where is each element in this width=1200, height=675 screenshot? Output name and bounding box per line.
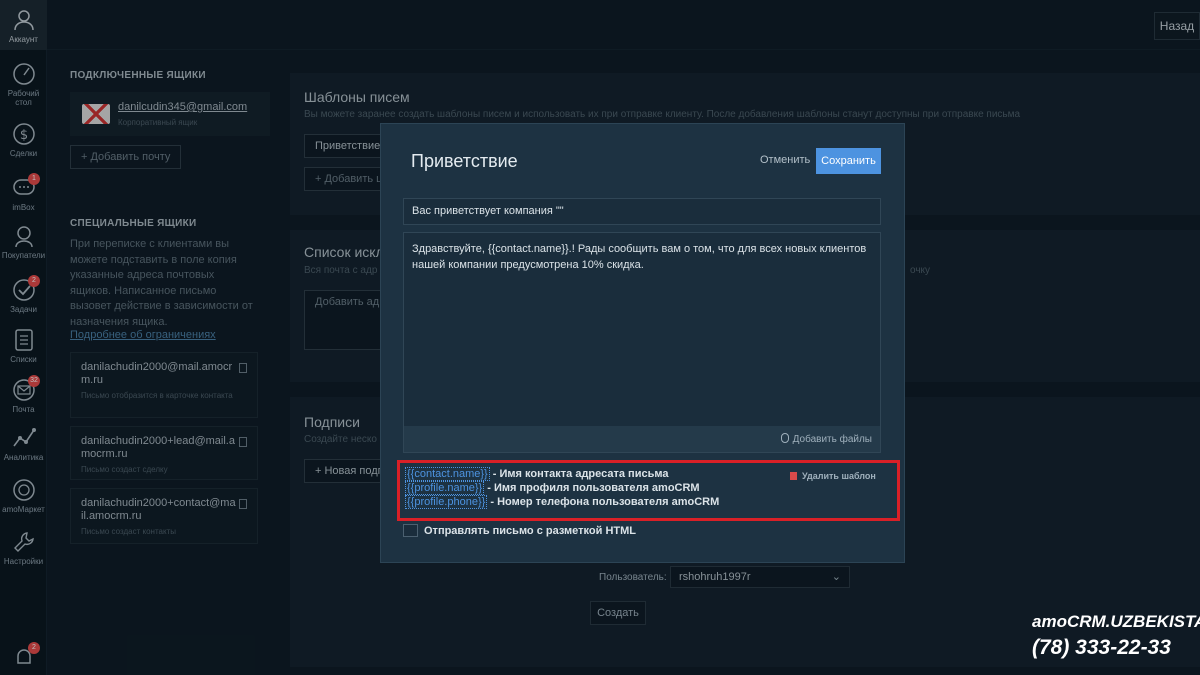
brand-watermark: amoCRM.UZBEKISTAN: [1032, 612, 1200, 631]
attach-files-button[interactable]: Добавить файлы: [780, 433, 872, 445]
delete-template-button[interactable]: Удалить шаблон: [790, 471, 876, 481]
delete-template-label: Удалить шаблон: [802, 471, 876, 481]
html-checkbox-label: Отправлять письмо с разметкой HTML: [424, 525, 636, 537]
body-footer: Добавить файлы: [404, 426, 880, 452]
body-text[interactable]: Здравствуйте, {{contact.name}}.! Рады со…: [412, 241, 867, 273]
html-checkbox-row[interactable]: Отправлять письмо с разметкой HTML: [403, 524, 636, 537]
save-button[interactable]: Сохранить: [816, 148, 881, 174]
trash-icon: [790, 472, 797, 480]
variable-token[interactable]: {{profile.name}}: [405, 481, 485, 495]
variable-description: - Имя профиля пользователя amoCRM: [484, 482, 700, 494]
variables-box: {{contact.name}} - Имя контакта адресата…: [397, 460, 900, 521]
variable-token[interactable]: {{contact.name}}: [405, 467, 490, 481]
attach-label: Добавить файлы: [792, 434, 872, 445]
template-edit-modal: Приветствие Отменить Сохранить Вас приве…: [380, 123, 905, 563]
cancel-button[interactable]: Отменить: [760, 154, 810, 166]
variable-description: - Имя контакта адресата письма: [489, 468, 669, 480]
variable-row: {{profile.phone}} - Номер телефона польз…: [405, 495, 720, 509]
variable-token[interactable]: {{profile.phone}}: [405, 495, 488, 509]
variable-row: {{profile.name}} - Имя профиля пользоват…: [405, 481, 700, 495]
modal-title: Приветствие: [411, 151, 518, 171]
variable-row: {{contact.name}} - Имя контакта адресата…: [405, 467, 669, 481]
paperclip-icon: [780, 433, 789, 443]
subject-input[interactable]: Вас приветствует компания "": [403, 198, 881, 225]
phone-watermark: (78) 333-22-33: [1032, 636, 1171, 659]
variable-description: - Номер телефона пользователя amoCRM: [487, 496, 720, 508]
html-checkbox[interactable]: [403, 524, 418, 537]
body-editor[interactable]: Здравствуйте, {{contact.name}}.! Рады со…: [403, 232, 881, 453]
